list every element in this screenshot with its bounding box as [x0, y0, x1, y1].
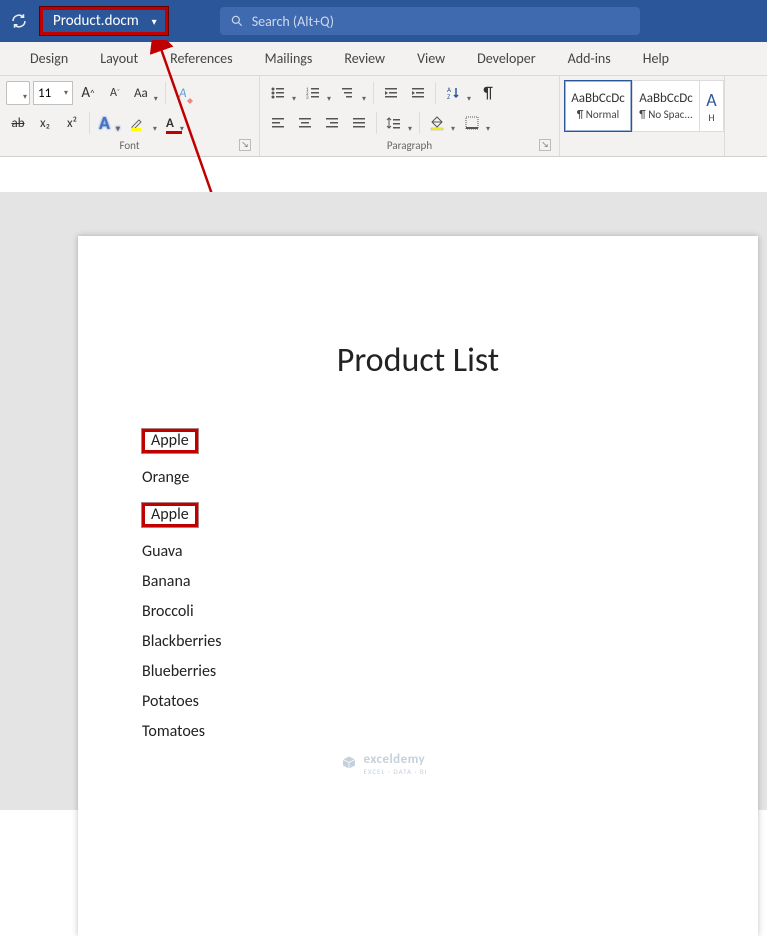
- increase-indent-button[interactable]: [406, 80, 430, 106]
- paragraph-dialog-launcher[interactable]: ↘: [539, 139, 551, 151]
- highlighted-item: Apple: [142, 503, 198, 527]
- font-family-dropdown[interactable]: [6, 81, 30, 105]
- tab-design[interactable]: Design: [14, 42, 84, 76]
- document-area: Product List Apple Orange Apple GuavaBanana…: [0, 192, 767, 810]
- highlight-button[interactable]: [125, 110, 159, 136]
- list-item[interactable]: Orange: [142, 463, 694, 493]
- shading-button[interactable]: [425, 110, 457, 136]
- style-heading1[interactable]: A H: [700, 80, 724, 132]
- list-item[interactable]: Guava: [142, 537, 694, 567]
- list-item[interactable]: Banana: [142, 567, 694, 597]
- list-item[interactable]: Apple: [142, 419, 694, 463]
- search-placeholder: Search (Alt+Q): [252, 13, 334, 30]
- highlighted-item: Apple: [142, 429, 198, 453]
- filename-label: Product.docm: [53, 12, 139, 30]
- product-list: Apple Orange Apple GuavaBananaBroccoliBlack…: [142, 419, 694, 747]
- ribbon-tabs: Design Layout References Mailings Review…: [0, 42, 767, 76]
- text-effects-button[interactable]: A: [95, 110, 122, 136]
- document-page[interactable]: Product List Apple Orange Apple GuavaBanana…: [78, 236, 758, 936]
- list-item[interactable]: Apple: [142, 493, 694, 537]
- tab-view[interactable]: View: [401, 42, 461, 76]
- list-item[interactable]: Blackberries: [142, 627, 694, 657]
- subscript-button[interactable]: x₂: [33, 110, 57, 136]
- style-no-spacing[interactable]: AaBbCcDc ¶ No Spac...: [632, 80, 700, 132]
- paragraph-group: 123 AZ ¶ Paragraph: [260, 76, 560, 156]
- tab-mailings[interactable]: Mailings: [249, 42, 329, 76]
- paragraph-group-label: Paragraph ↘: [266, 136, 553, 156]
- autosave-icon[interactable]: [10, 12, 28, 30]
- change-case-button[interactable]: Aa: [130, 80, 160, 106]
- tab-review[interactable]: Review: [328, 42, 401, 76]
- strikethrough-button[interactable]: ab: [6, 110, 30, 136]
- numbering-button[interactable]: 123: [301, 80, 333, 106]
- shrink-font-button[interactable]: Aˇ: [103, 80, 127, 106]
- decrease-indent-button[interactable]: [379, 80, 403, 106]
- grow-font-button[interactable]: A^: [76, 80, 100, 106]
- superscript-button[interactable]: x²: [60, 110, 84, 136]
- bullets-button[interactable]: [266, 80, 298, 106]
- list-item[interactable]: Potatoes: [142, 687, 694, 717]
- tab-add-ins[interactable]: Add-ins: [552, 42, 627, 76]
- sort-button[interactable]: AZ: [441, 80, 473, 106]
- multilevel-button[interactable]: [336, 80, 368, 106]
- watermark-logo-icon: [339, 755, 357, 773]
- watermark: exceldemy EXCEL · DATA · BI: [339, 752, 427, 776]
- styles-group: AaBbCcDc ¶ Normal AaBbCcDc ¶ No Spac... …: [560, 76, 725, 156]
- title-bar: Product.docm ▾ Search (Alt+Q): [0, 0, 767, 42]
- style-normal[interactable]: AaBbCcDc ¶ Normal: [564, 80, 632, 132]
- ribbon-body: 11▾ A^ Aˇ Aa A ab x₂ x² A: [0, 76, 767, 157]
- font-color-button[interactable]: A: [162, 110, 186, 136]
- list-item[interactable]: Blueberries: [142, 657, 694, 687]
- show-hide-button[interactable]: ¶: [476, 80, 500, 106]
- document-title[interactable]: Product.docm ▾: [40, 7, 168, 35]
- align-right-button[interactable]: [320, 110, 344, 136]
- font-group: 11▾ A^ Aˇ Aa A ab x₂ x² A: [0, 76, 260, 156]
- tab-help[interactable]: Help: [627, 42, 685, 76]
- search-icon: [230, 14, 244, 28]
- tab-layout[interactable]: Layout: [84, 42, 154, 76]
- font-dialog-launcher[interactable]: ↘: [239, 139, 251, 151]
- align-left-button[interactable]: [266, 110, 290, 136]
- tab-references[interactable]: References: [154, 42, 248, 76]
- list-item[interactable]: Broccoli: [142, 597, 694, 627]
- search-input[interactable]: Search (Alt+Q): [220, 7, 640, 35]
- borders-button[interactable]: [460, 110, 492, 136]
- svg-text:3: 3: [306, 95, 309, 101]
- clear-format-button[interactable]: A: [171, 80, 195, 106]
- tab-developer[interactable]: Developer: [461, 42, 551, 76]
- font-group-label: Font ↘: [6, 136, 253, 156]
- highlight-icon: [129, 114, 147, 132]
- justify-button[interactable]: [347, 110, 371, 136]
- page-title: Product List: [142, 340, 694, 381]
- list-item[interactable]: Tomatoes: [142, 717, 694, 747]
- font-size-input[interactable]: 11▾: [33, 81, 73, 105]
- line-spacing-button[interactable]: [382, 110, 414, 136]
- align-center-button[interactable]: [293, 110, 317, 136]
- chevron-down-icon: ▾: [152, 15, 157, 28]
